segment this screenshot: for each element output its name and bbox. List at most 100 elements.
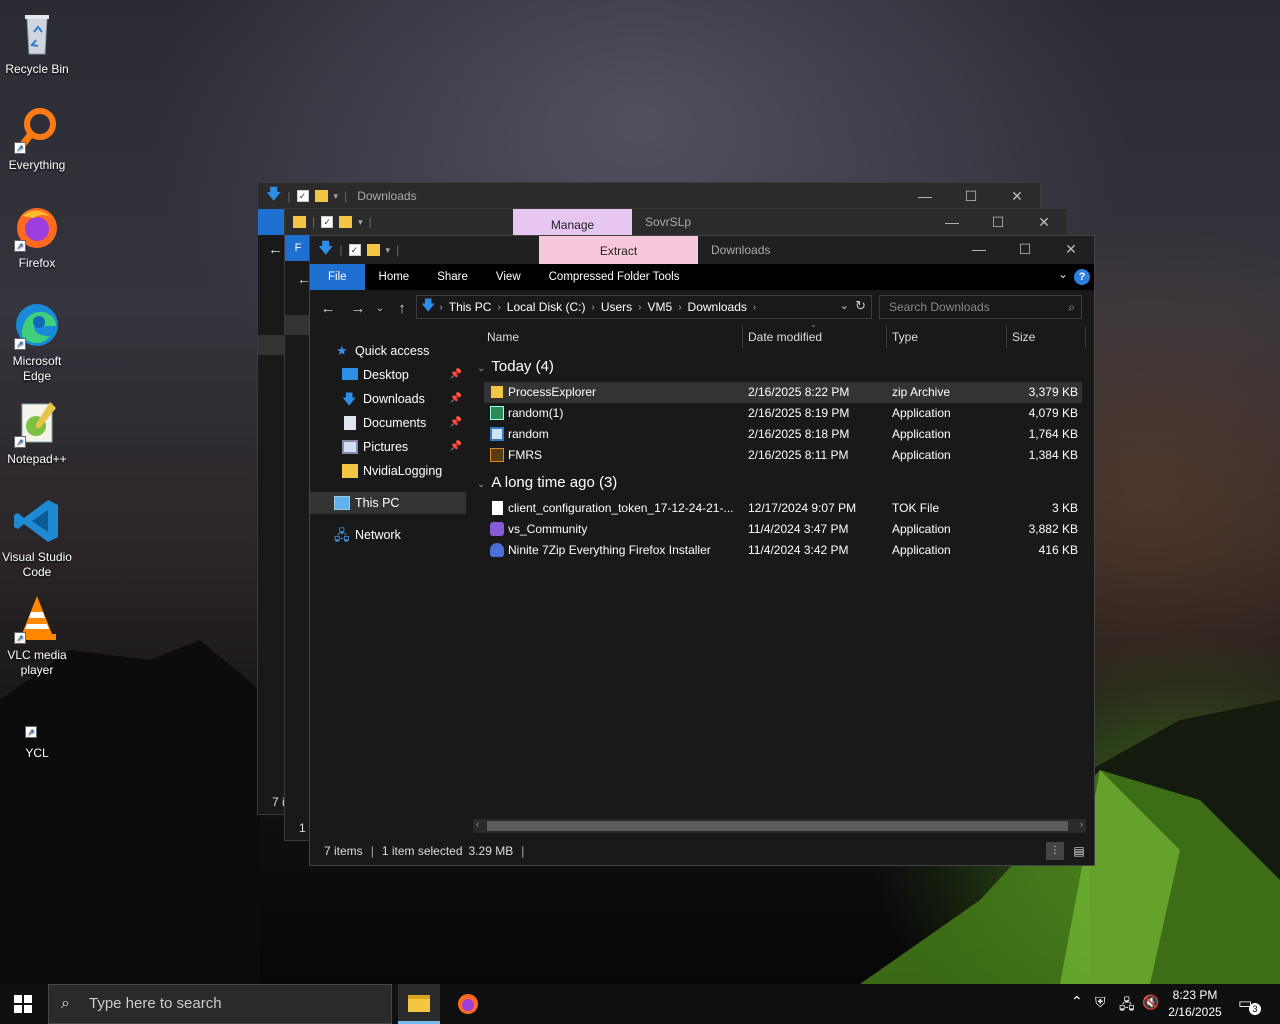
properties-icon[interactable]: ✓ — [296, 190, 309, 202]
large-icons-view-icon[interactable]: ▤ — [1070, 842, 1088, 860]
pin-icon[interactable]: 📌 — [450, 412, 462, 434]
help-icon[interactable]: ? — [1074, 269, 1090, 285]
column-header-type[interactable]: Type — [892, 326, 918, 348]
dropdown-icon[interactable]: ▾ — [358, 217, 363, 228]
group-header-long-time-ago[interactable]: ⌄ A long time ago (3) — [477, 474, 617, 491]
file-row[interactable]: random(1) 2/16/2025 8:19 PM Application … — [484, 403, 1082, 424]
extract-context-tab[interactable]: Extract — [539, 236, 698, 264]
nav-nvidialogging[interactable]: NvidiaLogging — [310, 460, 466, 482]
minimize-button[interactable]: — — [956, 236, 1002, 264]
column-divider[interactable] — [742, 326, 743, 348]
tab-home[interactable]: Home — [365, 264, 424, 290]
up-button[interactable]: ↑ — [390, 300, 414, 317]
nav-this-pc[interactable]: This PC — [310, 492, 466, 514]
file-row[interactable]: vs_Community 11/4/2024 3:47 PM Applicati… — [484, 519, 1082, 540]
details-view-icon[interactable]: ⋮ — [1046, 842, 1064, 860]
breadcrumb-downloads[interactable]: Downloads — [682, 300, 753, 314]
explorer-window-downloads[interactable]: 🡇 | ✓ ▾ | Extract Downloads — ☐ ✕ File H… — [309, 235, 1095, 866]
title-bar[interactable]: 🡇 | ✓ ▾ | Extract Downloads — ☐ ✕ — [310, 236, 1094, 264]
column-divider[interactable] — [1085, 326, 1086, 348]
taskbar-firefox[interactable] — [448, 984, 488, 1024]
volume-muted-icon[interactable]: 🔇 — [1142, 994, 1159, 1011]
column-header-date-modified[interactable]: Date modified — [748, 326, 822, 348]
folder-icon[interactable] — [339, 216, 353, 228]
address-bar[interactable]: 🡇 › This PC › Local Disk (C:) › Users › … — [416, 295, 872, 319]
scroll-left-icon[interactable]: ‹ — [476, 819, 479, 829]
nav-network[interactable]: 🖧 Network — [310, 524, 466, 546]
desktop-icon-recycle-bin[interactable]: Recycle Bin — [0, 8, 74, 77]
scroll-right-icon[interactable]: › — [1080, 819, 1083, 829]
file-tab-fragment[interactable]: F — [285, 235, 311, 261]
horizontal-scrollbar[interactable]: ‹ › — [473, 819, 1086, 833]
maximize-button[interactable]: ☐ — [1002, 236, 1048, 264]
file-row[interactable]: random 2/16/2025 8:18 PM Application 1,7… — [484, 424, 1082, 445]
title-bar[interactable]: 🡇 | ✓ ▾ | Downloads — ☐ ✕ — [258, 183, 1040, 209]
refresh-icon[interactable]: ↻ — [855, 298, 866, 314]
close-button[interactable]: ✕ — [1048, 236, 1094, 264]
forward-button[interactable]: → — [346, 300, 370, 317]
desktop-icon-vlc[interactable]: ↗ VLC media player — [0, 594, 74, 678]
recent-locations-dropdown-icon[interactable]: ⌄ — [372, 303, 388, 314]
tab-file[interactable]: File — [310, 264, 365, 290]
network-status-icon[interactable]: 🖧 — [1119, 994, 1135, 1018]
taskbar-file-explorer[interactable] — [398, 984, 440, 1024]
back-arrow-icon[interactable]: ← — [268, 241, 283, 258]
address-dropdown-icon[interactable]: ⌄ — [840, 299, 849, 312]
show-hidden-icons-chevron-icon[interactable]: ⌃ — [1071, 993, 1083, 1010]
nav-quick-access[interactable]: ★ Quick access — [310, 340, 466, 362]
nav-pictures[interactable]: Pictures 📌 — [310, 436, 466, 458]
pin-icon[interactable]: 📌 — [450, 436, 462, 458]
nav-desktop[interactable]: Desktop 📌 — [310, 364, 466, 386]
scrollbar-thumb[interactable] — [487, 821, 1068, 831]
maximize-button[interactable]: ☐ — [975, 209, 1021, 235]
column-divider[interactable] — [1006, 326, 1007, 348]
properties-icon[interactable]: ✓ — [348, 244, 361, 256]
file-row[interactable]: ProcessExplorer 2/16/2025 8:22 PM zip Ar… — [484, 382, 1082, 403]
breadcrumb-separator-icon[interactable]: › — [753, 302, 756, 313]
search-input[interactable]: Search Downloads ⌕ — [879, 295, 1082, 319]
column-divider[interactable] — [886, 326, 887, 348]
taskbar-search-input[interactable]: ⌕ Type here to search — [48, 984, 392, 1024]
expand-ribbon-chevron-icon[interactable]: ⌄ — [1058, 267, 1068, 281]
tab-compressed-folder-tools[interactable]: Compressed Folder Tools — [535, 264, 694, 290]
file-tab-fragment[interactable] — [258, 209, 284, 235]
column-header-size[interactable]: Size — [1012, 326, 1035, 348]
minimize-button[interactable]: — — [902, 183, 948, 209]
desktop-icon-everything[interactable]: ↗ Everything — [0, 104, 74, 173]
nav-documents[interactable]: Documents 📌 — [310, 412, 466, 434]
group-header-today[interactable]: ⌄ Today (4) — [477, 358, 554, 375]
desktop-icon-notepad-plus-plus[interactable]: ↗ Notepad++ — [0, 398, 74, 467]
folder-icon[interactable] — [314, 190, 328, 202]
customize-toolbar-dropdown-icon[interactable]: ▾ — [386, 245, 391, 256]
minimize-button[interactable]: — — [929, 209, 975, 235]
start-button[interactable] — [14, 995, 32, 1013]
pin-icon[interactable]: 📌 — [450, 388, 462, 410]
nav-downloads[interactable]: 🡇 Downloads 📌 — [310, 388, 466, 410]
tab-share[interactable]: Share — [423, 264, 482, 290]
close-button[interactable]: ✕ — [994, 183, 1040, 209]
close-button[interactable]: ✕ — [1021, 209, 1067, 235]
maximize-button[interactable]: ☐ — [948, 183, 994, 209]
file-row[interactable]: Ninite 7Zip Everything Firefox Installer… — [484, 540, 1082, 561]
notifications-button[interactable]: ▭ 3 — [1238, 994, 1261, 1015]
desktop-icon-firefox[interactable]: ↗ Firefox — [0, 202, 74, 271]
clock[interactable]: 8:23 PM 2/16/2025 — [1166, 987, 1224, 1021]
back-button[interactable]: ← — [316, 300, 340, 317]
desktop-icon-ycl[interactable]: ↗ YCL — [0, 692, 74, 761]
pin-icon[interactable]: 📌 — [450, 364, 462, 386]
new-folder-icon[interactable] — [366, 244, 380, 256]
file-row[interactable]: FMRS 2/16/2025 8:11 PM Application 1,384… — [484, 445, 1082, 466]
desktop-icon-edge[interactable]: ↗ Microsoft Edge — [0, 300, 74, 384]
breadcrumb-local-disk[interactable]: Local Disk (C:) — [501, 300, 592, 314]
breadcrumb-this-pc[interactable]: This PC — [443, 300, 498, 314]
desktop-icon-vscode[interactable]: Visual Studio Code — [0, 496, 74, 580]
manage-context-tab[interactable]: Manage — [513, 209, 632, 237]
file-row[interactable]: client_configuration_token_17-12-24-21-.… — [484, 498, 1082, 519]
properties-icon[interactable]: ✓ — [321, 216, 334, 228]
folder-icon[interactable] — [293, 216, 306, 228]
column-header-name[interactable]: Name — [487, 326, 519, 348]
title-bar[interactable]: | ✓ ▾ | Manage SovrSLp — ☐ ✕ — [285, 209, 1067, 237]
breadcrumb-users[interactable]: Users — [595, 300, 638, 314]
dropdown-icon[interactable]: ▾ — [334, 191, 339, 202]
tab-view[interactable]: View — [482, 264, 535, 290]
